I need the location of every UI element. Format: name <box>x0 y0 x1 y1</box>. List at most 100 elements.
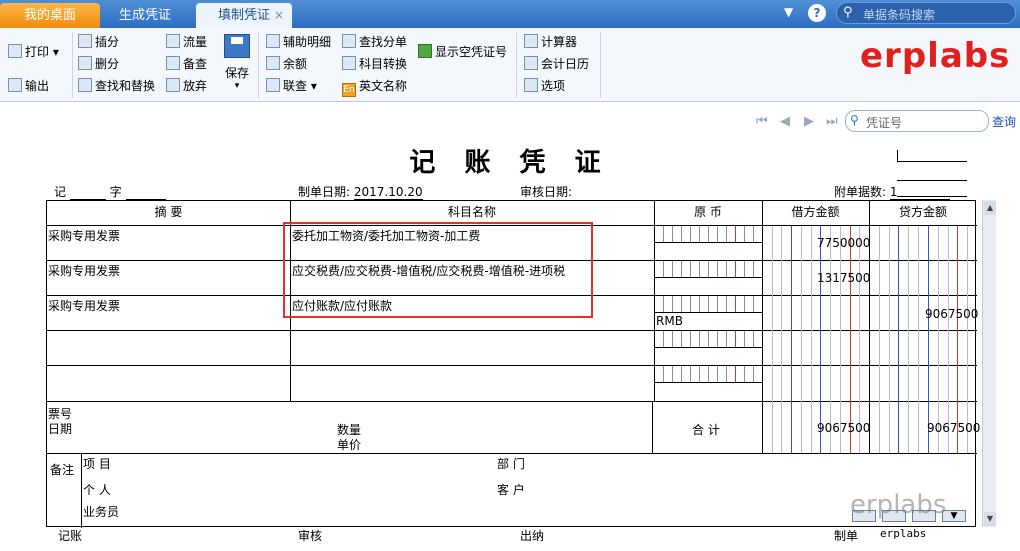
previous-record-icon[interactable]: ◀ <box>780 114 790 129</box>
customer-label[interactable]: 客 户 <box>497 481 525 498</box>
calculator-label: 计算器 <box>541 35 578 49</box>
person-label[interactable]: 个 人 <box>83 481 111 498</box>
digit-line <box>663 261 664 277</box>
query-link[interactable]: 查询 <box>992 113 1016 130</box>
digit-line <box>699 296 700 312</box>
balance-button[interactable]: 余额 <box>266 54 307 74</box>
digit-line <box>672 296 673 312</box>
find-replace-label: 查找和替换 <box>95 79 156 93</box>
ribbon-separator <box>600 32 601 98</box>
detail-icon <box>266 34 280 48</box>
currency-split-line <box>654 277 762 278</box>
calendar-label: 会计日历 <box>541 57 590 71</box>
scroll-up-icon[interactable]: ▲ <box>984 201 996 215</box>
scroll-down-icon[interactable]: ▼ <box>984 512 996 526</box>
voucher-number-label: 字 <box>109 185 122 199</box>
help-icon[interactable]: ? <box>808 4 826 22</box>
flow-button[interactable]: 流量 <box>166 32 207 52</box>
save-button[interactable]: 保存 ▾ <box>222 34 252 91</box>
calendar-button[interactable]: 会计日历 <box>524 54 589 74</box>
digit-line <box>735 331 736 347</box>
tab-my-desktop[interactable]: 我的桌面 <box>0 3 100 28</box>
vertical-scrollbar[interactable]: ▲ ▼ <box>982 200 996 527</box>
delete-entry-button[interactable]: 删分 <box>78 54 119 74</box>
make-date-value[interactable]: 2017.10.20 <box>353 185 423 200</box>
brand-logo: erplabs <box>860 36 1011 76</box>
unit-price-label: 单价 <box>337 438 362 452</box>
digit-line <box>726 261 727 277</box>
total-label: 合 计 <box>692 423 720 437</box>
aux-detail-button[interactable]: 辅助明细 <box>266 32 331 52</box>
show-empty-voucher-no-button[interactable]: 显示空凭证号 <box>418 42 507 62</box>
next-record-icon[interactable]: ▶ <box>804 114 814 129</box>
department-label[interactable]: 部 门 <box>497 455 525 472</box>
find-entry-button[interactable]: 查找分单 <box>342 32 407 52</box>
row-2-debit[interactable]: 1317500 <box>817 271 870 285</box>
search-icon: ⚲ <box>850 113 859 127</box>
last-record-icon[interactable]: ⏭ <box>826 114 838 129</box>
digit-line <box>744 331 745 347</box>
voucher-number-input[interactable]: ⚲ 凭证号 <box>845 110 989 132</box>
digit-line <box>735 296 736 312</box>
barcode-search-input[interactable]: ⚲ 单据条码搜索 <box>836 2 1016 24</box>
digit-line <box>735 226 736 242</box>
salesman-label[interactable]: 业务员 <box>83 503 119 520</box>
delete-label: 删分 <box>95 57 120 71</box>
digit-line <box>717 226 718 242</box>
row-3-summary[interactable]: 采购专用发票 <box>48 297 120 314</box>
calculator-button[interactable]: 计算器 <box>524 32 577 52</box>
backup-button[interactable]: 备查 <box>166 54 207 74</box>
ribbon-separator <box>516 32 517 98</box>
digit-line <box>672 331 673 347</box>
voucher-number-placeholder: 凭证号 <box>866 116 903 130</box>
english-name-button[interactable]: En 英文名称 <box>342 76 407 97</box>
search-icon: ⚲ <box>843 5 853 20</box>
voucher-type-field[interactable]: 记 字 <box>54 183 166 200</box>
row-2-summary[interactable]: 采购专用发票 <box>48 262 120 279</box>
account-highlight-box <box>283 222 593 318</box>
project-label[interactable]: 项 目 <box>83 455 111 472</box>
linked-query-label: 联查 <box>283 79 308 93</box>
linked-query-button[interactable]: 联查 ▾ <box>266 76 317 96</box>
tab-generate-voucher[interactable]: 生成凭证 <box>100 3 190 28</box>
maker-name: erplabs <box>880 527 927 540</box>
dropdown-arrow-icon[interactable]: ▼ <box>784 5 793 19</box>
backup-label: 备查 <box>183 57 208 71</box>
find-replace-button[interactable]: 查找和替换 <box>78 76 155 96</box>
close-icon[interactable]: × <box>274 3 284 28</box>
find-replace-icon <box>78 78 92 92</box>
row-3-currency[interactable]: RMB <box>656 314 683 328</box>
floppy-disk-icon <box>224 34 250 58</box>
output-button[interactable]: 输出 <box>8 76 49 96</box>
insert-entry-button[interactable]: 插分 <box>78 32 119 52</box>
row-3-credit[interactable]: 9067500 <box>925 307 978 321</box>
cashier-label: 出纳 <box>520 529 545 543</box>
digit-line <box>898 226 900 453</box>
remarks-label: 备注 <box>50 463 75 477</box>
digit-line <box>908 226 910 453</box>
row-1-debit[interactable]: 7750000 <box>817 236 870 250</box>
account-convert-button[interactable]: 科目转换 <box>342 54 407 74</box>
barcode-search-placeholder: 单据条码搜索 <box>863 8 936 22</box>
discard-button[interactable]: 放弃 <box>166 76 207 96</box>
digit-line <box>753 261 754 277</box>
currency-split-line <box>654 382 762 383</box>
digit-line <box>830 226 832 453</box>
print-label: 打印 <box>25 45 50 59</box>
options-label: 选项 <box>541 79 566 93</box>
print-button[interactable]: 打印 ▾ <box>8 42 59 62</box>
digit-line <box>672 261 673 277</box>
voucher-type-underline <box>69 185 106 200</box>
digit-line <box>690 296 691 312</box>
header-credit: 贷方金额 <box>898 205 947 219</box>
calculator-icon <box>524 34 538 48</box>
tab-fill-voucher[interactable]: 填制凭证 × <box>196 3 292 28</box>
attachments-value[interactable]: 1 <box>889 185 950 200</box>
options-button[interactable]: 选项 <box>524 76 565 96</box>
row-1-summary[interactable]: 采购专用发票 <box>48 227 120 244</box>
digit-line <box>690 226 691 242</box>
voucher-number-field[interactable] <box>125 185 166 200</box>
header-account: 科目名称 <box>447 205 496 219</box>
show-empty-voucher-no-label: 显示空凭证号 <box>435 45 508 59</box>
first-record-icon[interactable]: ⏮ <box>756 114 768 129</box>
